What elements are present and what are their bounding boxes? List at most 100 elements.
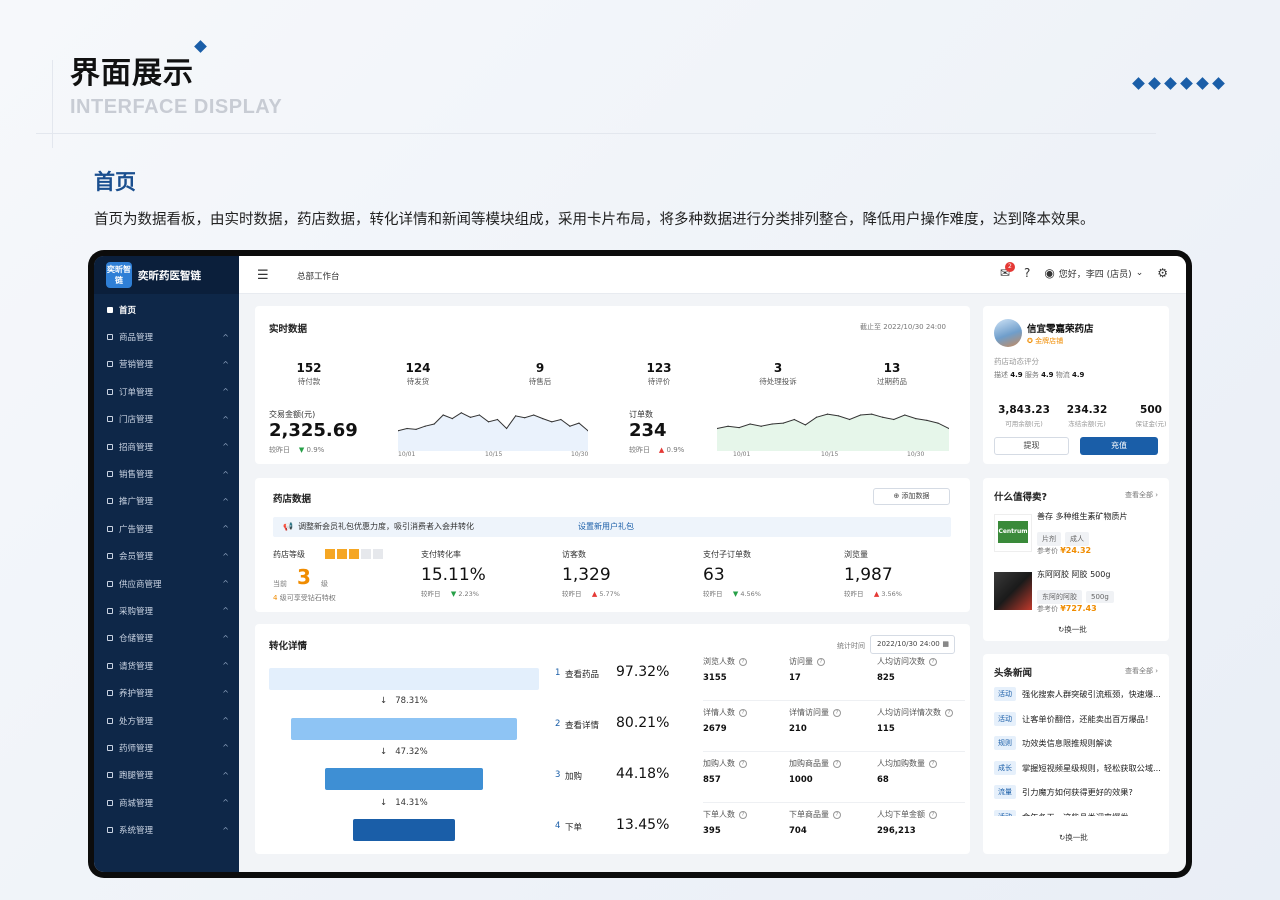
cell-value: 296,213	[877, 826, 916, 836]
help-icon[interactable]: ?	[929, 759, 937, 768]
metric-label: 访客数	[562, 550, 586, 559]
chart-point	[569, 425, 571, 427]
cell-value: 115	[877, 724, 895, 734]
news-tag: 活动	[994, 711, 1016, 726]
help-icon[interactable]: ?	[739, 708, 747, 717]
product-image-centrum[interactable]: Centrum	[994, 514, 1032, 552]
chart-point	[496, 418, 499, 421]
product-name[interactable]: 东阿阿胶 阿胶 500g	[1037, 569, 1110, 580]
sidebar-item[interactable]: 药师管理 ^	[94, 734, 239, 761]
realtime-stat[interactable]: 9 待售后	[510, 361, 570, 387]
chart-point	[478, 414, 481, 416]
sidebar-item[interactable]: 供应商管理 ^	[94, 570, 239, 597]
news-item[interactable]: 活动 金年冬天，这些品类迎来爆发	[994, 805, 1162, 816]
realtime-stat[interactable]: 123 待评价	[629, 361, 689, 387]
level-prefix: 当前	[273, 580, 287, 588]
help-icon[interactable]: ?	[945, 708, 953, 717]
conversion-cell: 下单人数? 395	[703, 809, 747, 836]
settings-icon[interactable]: ⚙	[1157, 266, 1168, 280]
recharge-button[interactable]: 充值	[1080, 437, 1158, 455]
store-metric[interactable]: 支付子订单数 63 较昨日 ▼ 4.56%	[703, 549, 761, 598]
sidebar-item[interactable]: 仓储管理 ^	[94, 625, 239, 652]
breadcrumb[interactable]: 总部工作台	[297, 270, 340, 282]
conversion-card: 转化详情 统计时间 2022/10/30 24:00 ▦ ↓ 78.31% ↓ …	[255, 624, 970, 854]
news-card: 头条新闻 查看全部 › 活动 强化搜索人群突破引流瓶颈，快速爆... 活动 让客单价翻…	[983, 654, 1169, 854]
sidebar-item[interactable]: 推广管理 ^	[94, 488, 239, 515]
sidebar-item[interactable]: 营销管理 ^	[94, 351, 239, 378]
sidebar-item[interactable]: 系统管理 ^	[94, 816, 239, 843]
sidebar-item[interactable]: 跑腿管理 ^	[94, 762, 239, 789]
store-metric[interactable]: 浏览量 1,987 较昨日 ▲ 3.56%	[844, 549, 902, 598]
recommend-view-all[interactable]: 查看全部 ›	[1125, 490, 1158, 500]
cell-value: 395	[703, 826, 721, 836]
sidebar-item[interactable]: 广告管理 ^	[94, 515, 239, 542]
sidebar-brand[interactable]: 奕昕智链 奕昕药医智链	[94, 256, 239, 294]
chart-point	[782, 422, 784, 424]
user-menu[interactable]: ◉ 您好，李四 (店员) ⌄	[1044, 266, 1143, 280]
sidebar-item[interactable]: 会员管理 ^	[94, 543, 239, 570]
sidebar-item[interactable]: 门店管理 ^	[94, 406, 239, 433]
add-data-button[interactable]: ⊕ 添加数据	[873, 488, 950, 505]
chevron-up-icon: ^	[222, 688, 229, 698]
sidebar-item[interactable]: 商城管理 ^	[94, 789, 239, 816]
news-text: 强化搜索人群突破引流瓶颈，快速爆...	[1022, 689, 1161, 700]
conversion-cell: 加购商品量? 1000	[789, 758, 841, 785]
chart-point	[524, 417, 526, 419]
sidebar-item[interactable]: 采购管理 ^	[94, 597, 239, 624]
news-item[interactable]: 规则 功效类信息限推规则解读	[994, 731, 1162, 756]
notice-link[interactable]: 设置新用户礼包	[578, 517, 634, 537]
news-item[interactable]: 成长 掌握短视频星级规则，轻松获取公域...	[994, 756, 1162, 781]
sidebar-item[interactable]: 招商管理 ^	[94, 433, 239, 460]
help-icon[interactable]: ?	[739, 810, 747, 819]
realtime-stat[interactable]: 13 过期药品	[862, 361, 922, 387]
menu-toggle-icon[interactable]: ☰	[257, 268, 269, 283]
news-item[interactable]: 活动 让客单价翻倍，还能卖出百万爆品！	[994, 707, 1162, 732]
news-item[interactable]: 活动 强化搜索人群突破引流瓶颈，快速爆...	[994, 682, 1162, 707]
help-icon[interactable]: ?	[833, 708, 841, 717]
withdraw-button[interactable]: 提现	[994, 437, 1069, 455]
menu-item-icon	[107, 607, 113, 614]
product-image-ejiao[interactable]	[994, 572, 1032, 610]
diamond-icon	[1148, 77, 1161, 90]
sidebar-item[interactable]: 商品管理 ^	[94, 323, 239, 350]
help-icon[interactable]: ?	[739, 657, 747, 666]
help-icon[interactable]: ?	[833, 759, 841, 768]
realtime-stat[interactable]: 152 待付款	[279, 361, 339, 387]
sidebar-item[interactable]: 订单管理 ^	[94, 378, 239, 405]
news-view-all[interactable]: 查看全部 ›	[1125, 666, 1158, 676]
store-metric[interactable]: 访客数 1,329 较昨日 ▲ 5.77%	[562, 549, 620, 598]
news-refresh[interactable]: ↻换一批	[1059, 832, 1088, 843]
chart-point	[893, 418, 895, 421]
sidebar-item[interactable]: 处方管理 ^	[94, 707, 239, 734]
store-metric[interactable]: 支付转化率 15.11% 较昨日 ▼ 2.23%	[421, 549, 486, 598]
row-percent: 44.18%	[616, 766, 670, 782]
help-icon[interactable]: ?	[1024, 266, 1030, 280]
chevron-up-icon: ^	[222, 661, 229, 671]
sidebar-item[interactable]: 销售管理 ^	[94, 460, 239, 487]
help-icon[interactable]: ?	[817, 657, 825, 666]
cell-value: 210	[789, 724, 807, 734]
chevron-up-icon: ^	[222, 770, 229, 780]
medal-icon: ✪	[1027, 337, 1033, 345]
recommend-refresh[interactable]: ↻换一批	[1058, 624, 1087, 635]
mail-icon[interactable]: ✉ 2	[1000, 262, 1015, 280]
news-item[interactable]: 流量 引力魔方如何获得更好的效果?	[994, 780, 1162, 805]
metric-value: 63	[703, 565, 725, 585]
sidebar-item[interactable]: 首页	[94, 296, 239, 323]
help-icon[interactable]: ?	[739, 759, 747, 768]
realtime-stat[interactable]: 124 待发货	[388, 361, 448, 387]
cell-label: 人均访问详情次数	[877, 708, 941, 717]
news-tag: 流量	[994, 785, 1016, 800]
row-percent: 97.32%	[616, 664, 670, 680]
sidebar-item[interactable]: 养护管理 ^	[94, 679, 239, 706]
product-name[interactable]: 善存 多种维生素矿物质片	[1037, 511, 1128, 522]
sidebar-item-label: 采购管理	[119, 606, 154, 617]
help-icon[interactable]: ?	[929, 810, 937, 819]
help-icon[interactable]: ?	[929, 657, 937, 666]
help-icon[interactable]: ?	[833, 810, 841, 819]
sidebar-item[interactable]: 请货管理 ^	[94, 652, 239, 679]
news-text: 让客单价翻倍，还能卖出百万爆品！	[1022, 713, 1154, 724]
diamond-icon	[1196, 77, 1209, 90]
conversion-cell: 访问量? 17	[789, 656, 825, 683]
realtime-stat[interactable]: 3 待处理投诉	[748, 361, 808, 387]
